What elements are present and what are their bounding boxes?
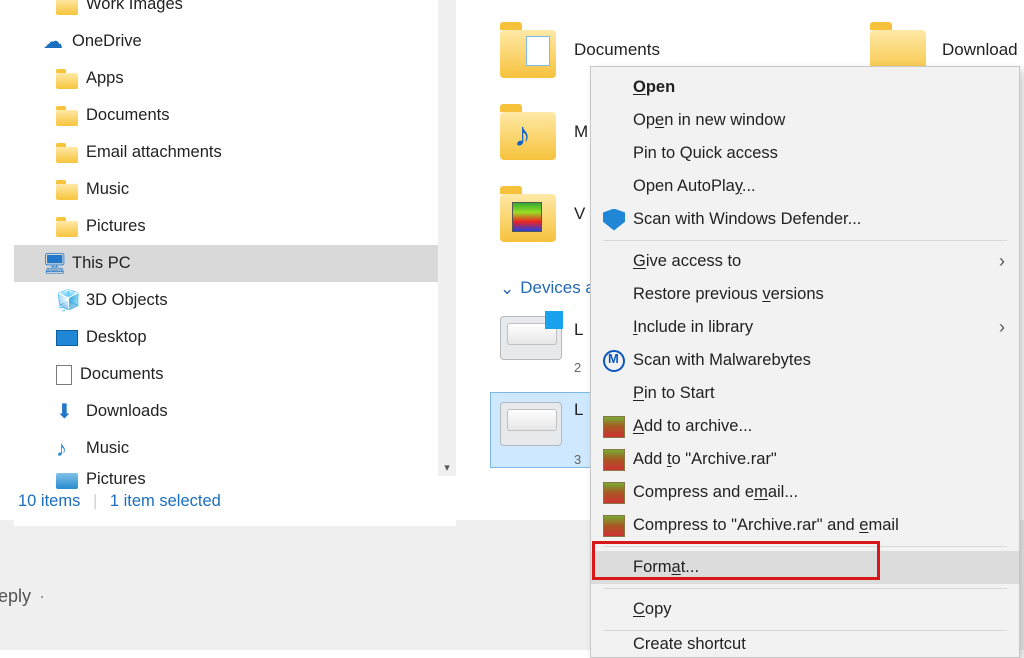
folder-videos[interactable] [500, 194, 556, 242]
tree-label: Music [86, 180, 129, 199]
menu-open[interactable]: OOpenpen [591, 71, 1019, 104]
tree-item-onedrive[interactable]: ☁ OneDrive [14, 23, 456, 60]
drive-c-sub: 2 [574, 360, 581, 375]
tree-label: Documents [80, 365, 163, 384]
folder-videos-label: V [574, 204, 585, 224]
menu-compress-email[interactable]: Compress and email...Compress and email.… [591, 476, 1019, 509]
menu-add-archive[interactable]: Add to archive...Add to archive... [591, 410, 1019, 443]
tree-label: 3D Objects [86, 291, 168, 310]
tree-label: Downloads [86, 402, 168, 421]
folder-documents-label: Documents [574, 40, 660, 60]
tree-item-pictures2[interactable]: Pictures [14, 467, 456, 491]
tree-label: Pictures [86, 470, 146, 489]
tree-label: Music [86, 439, 129, 458]
tree-item-work-images[interactable]: Work Images [14, 0, 456, 23]
menu-create-shortcut[interactable]: Create shortcut [591, 635, 1019, 653]
folder-icon [56, 221, 78, 237]
status-selected-count: 1 item selected [110, 492, 221, 510]
menu-format[interactable]: Format...Format... [591, 551, 1019, 584]
cloud-icon: ☁ [42, 31, 64, 53]
pictures-icon [56, 473, 78, 489]
winrar-icon [603, 515, 625, 537]
tree-label: Apps [86, 69, 124, 88]
tree-label: This PC [72, 254, 131, 273]
drive-d-sub: 3 [574, 452, 581, 467]
menu-pin-quick-access[interactable]: Pin to Quick access [591, 137, 1019, 170]
folder-music-label: M [574, 122, 588, 142]
shield-icon [603, 209, 625, 231]
cube-icon: 🧊 [56, 290, 78, 312]
tree-item-documents[interactable]: Documents [14, 97, 456, 134]
menu-pin-start[interactable]: Pin to StartPin to Start [591, 377, 1019, 410]
tree-label: Work Images [86, 0, 183, 14]
tree-label: Documents [86, 106, 169, 125]
tree-item-this-pc[interactable]: 🖥 This PC [14, 245, 456, 282]
menu-separator [603, 630, 1007, 631]
tree-label: Pictures [86, 217, 146, 236]
malwarebytes-icon [603, 350, 625, 372]
folder-documents[interactable] [500, 30, 556, 78]
windows-logo-icon [545, 311, 563, 329]
drive-d[interactable] [500, 402, 562, 446]
status-item-count: 10 items [18, 492, 80, 510]
drive-c[interactable] [500, 316, 562, 360]
folder-icon [56, 110, 78, 126]
tree-item-documents2[interactable]: Documents [14, 356, 456, 393]
menu-compress-rar-email[interactable]: Compress to "Archive.rar" and emailCompr… [591, 509, 1019, 542]
tree-item-downloads[interactable]: ⬇ Downloads [14, 393, 456, 430]
folder-icon [56, 73, 78, 89]
menu-include-library[interactable]: Include in library›Include in library [591, 311, 1019, 344]
tree-item-pictures[interactable]: Pictures [14, 208, 456, 245]
tree-label: Desktop [86, 328, 147, 347]
chevron-right-icon: › [999, 317, 1005, 338]
scroll-down-icon[interactable]: ▾ [438, 458, 456, 476]
footer-fragment-1: ed by this reply· [0, 586, 53, 607]
tree-item-email-attachments[interactable]: Email attachments [14, 134, 456, 171]
menu-restore-versions[interactable]: Restore previous versionsRestore previou… [591, 278, 1019, 311]
winrar-icon [603, 482, 625, 504]
nav-scrollbar[interactable]: ▴ ▾ [438, 0, 456, 476]
menu-scan-malwarebytes[interactable]: Scan with Malwarebytes [591, 344, 1019, 377]
folder-icon [56, 184, 78, 200]
folder-downloads-label: Download [942, 40, 1018, 60]
winrar-icon [603, 449, 625, 471]
folder-icon [56, 0, 78, 15]
navigation-pane: Work Images ☁ OneDrive Apps Documents Em… [14, 0, 456, 526]
tree-label: Email attachments [86, 143, 222, 162]
tree-item-apps[interactable]: Apps [14, 60, 456, 97]
menu-separator [603, 240, 1007, 241]
chevron-down-icon: ⌄ [500, 279, 514, 299]
tree-item-desktop[interactable]: Desktop [14, 319, 456, 356]
menu-scan-defender[interactable]: Scan with Windows Defender... [591, 203, 1019, 236]
folder-music[interactable] [500, 112, 556, 160]
status-bar: 10 items | 1 item selected [18, 492, 221, 511]
tree-item-music[interactable]: Music [14, 171, 456, 208]
computer-icon: 🖥 [42, 253, 64, 275]
menu-open-new-window[interactable]: Open in new windowOpen in new window [591, 104, 1019, 137]
tree-label: OneDrive [72, 32, 142, 51]
desktop-icon [56, 330, 78, 346]
tree-item-3d-objects[interactable]: 🧊 3D Objects [14, 282, 456, 319]
download-icon: ⬇ [56, 401, 78, 423]
menu-separator [603, 588, 1007, 589]
menu-give-access[interactable]: Give access to›Give access to [591, 245, 1019, 278]
menu-open-autoplay[interactable]: Open AutoPlay...Open AutoPlay... [591, 170, 1019, 203]
drive-d-label: L [574, 400, 583, 420]
menu-copy[interactable]: CopyCopy [591, 593, 1019, 626]
document-icon [56, 365, 72, 385]
menu-separator [603, 546, 1007, 547]
winrar-icon [603, 416, 625, 438]
menu-add-archive-rar[interactable]: Add to "Archive.rar"Add to "Archive.rar" [591, 443, 1019, 476]
context-menu: OOpenpen Open in new windowOpen in new w… [590, 66, 1020, 658]
music-icon: ♪ [56, 438, 78, 460]
chevron-right-icon: › [999, 251, 1005, 272]
tree-item-music2[interactable]: ♪ Music [14, 430, 456, 467]
drive-c-label: L [574, 320, 583, 340]
folder-icon [56, 147, 78, 163]
